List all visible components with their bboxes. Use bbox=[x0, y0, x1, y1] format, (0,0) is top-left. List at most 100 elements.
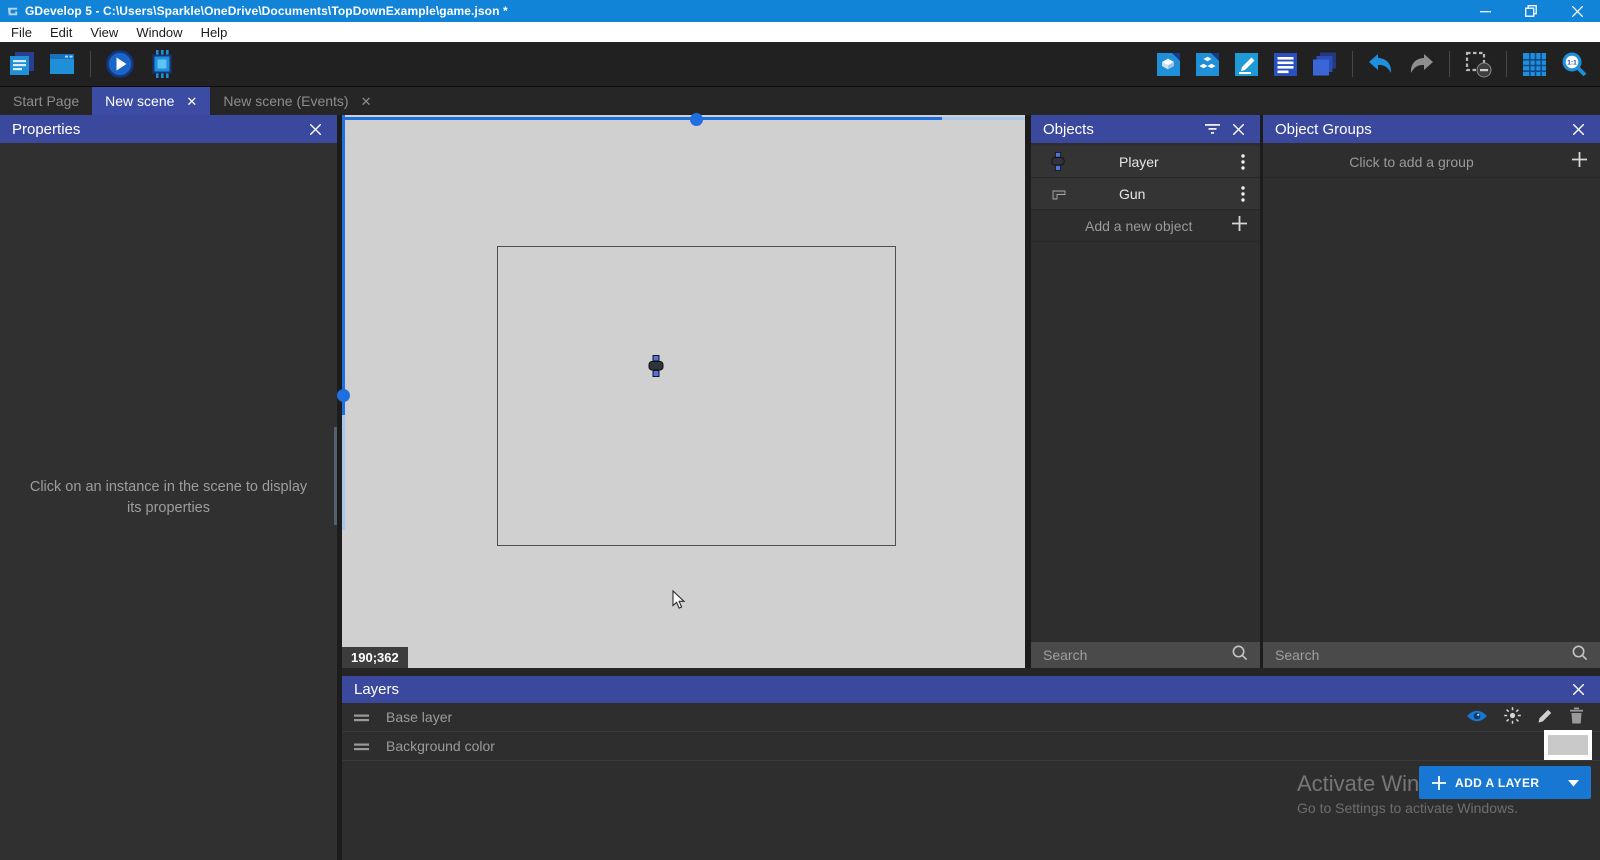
close-layers-button[interactable] bbox=[1568, 680, 1588, 700]
add-layer-button[interactable]: ADD A LAYER bbox=[1419, 766, 1591, 799]
groups-search-bar bbox=[1263, 642, 1600, 668]
layer-actions bbox=[1466, 706, 1584, 728]
tab-start-page[interactable]: Start Page bbox=[0, 87, 92, 115]
open-object-groups-panel-icon[interactable] bbox=[1194, 51, 1221, 78]
close-icon bbox=[1572, 6, 1583, 17]
horizontal-scroll-active bbox=[342, 117, 942, 120]
main-area: Properties Click on an instance in the s… bbox=[0, 115, 1600, 860]
grid-icon[interactable] bbox=[1521, 51, 1548, 78]
clear-selection-icon[interactable] bbox=[1464, 50, 1492, 78]
plus-icon[interactable] bbox=[1231, 215, 1248, 237]
toolbar-divider bbox=[90, 51, 91, 77]
vertical-scroll-active bbox=[342, 115, 345, 415]
toolbar-divider bbox=[1352, 51, 1353, 77]
redo-icon[interactable] bbox=[1407, 51, 1435, 77]
objects-search-input[interactable] bbox=[1043, 647, 1231, 663]
groups-search-input[interactable] bbox=[1275, 647, 1571, 663]
window-title: GDevelop 5 - C:\Users\Sparkle\OneDrive\D… bbox=[25, 4, 508, 18]
effects-icon bbox=[1503, 706, 1522, 725]
menu-window[interactable]: Window bbox=[127, 25, 191, 40]
add-group-label: Click to add a group bbox=[1263, 154, 1600, 170]
layer-visibility-button[interactable] bbox=[1466, 709, 1488, 726]
add-layer-dropdown[interactable] bbox=[1568, 776, 1579, 790]
close-icon bbox=[1573, 684, 1584, 695]
toolbar-left-group bbox=[0, 49, 177, 79]
undo-icon[interactable] bbox=[1367, 51, 1395, 77]
scene-window-icon[interactable] bbox=[48, 50, 76, 78]
close-object-groups-button[interactable] bbox=[1568, 119, 1588, 139]
window-controls bbox=[1462, 0, 1600, 22]
menu-edit[interactable]: Edit bbox=[41, 25, 81, 40]
background-color-swatch bbox=[1548, 735, 1588, 755]
toolbar-divider bbox=[1449, 51, 1450, 77]
close-window-button[interactable] bbox=[1554, 0, 1600, 22]
plus-icon bbox=[1431, 775, 1447, 791]
layer-row-base[interactable]: Base layer bbox=[342, 703, 1600, 732]
eye-icon bbox=[1466, 709, 1488, 723]
properties-panel: Properties Click on an instance in the s… bbox=[0, 115, 337, 860]
search-icon bbox=[1571, 644, 1588, 666]
plus-icon[interactable] bbox=[1571, 151, 1588, 173]
objects-search-bar bbox=[1031, 642, 1260, 668]
layer-effects-button[interactable] bbox=[1503, 706, 1522, 728]
object-name: Gun bbox=[1119, 186, 1145, 202]
tab-label: New scene (Events) bbox=[223, 93, 348, 109]
open-properties-panel-icon[interactable] bbox=[1233, 51, 1260, 78]
tab-close-icon[interactable]: ✕ bbox=[186, 95, 197, 108]
close-icon bbox=[1573, 124, 1584, 135]
restore-button[interactable] bbox=[1508, 0, 1554, 22]
minimize-button[interactable] bbox=[1462, 0, 1508, 22]
filter-objects-button[interactable] bbox=[1202, 119, 1222, 139]
object-row-gun[interactable]: Gun bbox=[1031, 178, 1260, 210]
open-instances-list-icon[interactable] bbox=[1272, 51, 1299, 78]
menu-view[interactable]: View bbox=[81, 25, 127, 40]
gun-object-thumbnail bbox=[1051, 183, 1069, 205]
properties-scrollbar[interactable] bbox=[334, 427, 337, 525]
add-object-row[interactable]: Add a new object bbox=[1031, 210, 1260, 242]
caret-down-icon bbox=[1568, 780, 1579, 787]
debug-icon[interactable] bbox=[147, 49, 177, 79]
tab-new-scene-events[interactable]: New scene (Events) ✕ bbox=[210, 87, 384, 115]
vertical-scroll-handle[interactable] bbox=[337, 389, 350, 402]
layer-name: Base layer bbox=[386, 709, 452, 725]
close-properties-button[interactable] bbox=[305, 119, 325, 139]
layer-delete-button[interactable] bbox=[1569, 707, 1584, 727]
tab-new-scene[interactable]: New scene ✕ bbox=[92, 87, 210, 115]
player-instance[interactable] bbox=[648, 355, 664, 382]
three-dot-menu-icon bbox=[1241, 186, 1245, 202]
add-object-label: Add a new object bbox=[1085, 218, 1192, 234]
object-menu-button[interactable] bbox=[1234, 186, 1252, 202]
layer-edit-button[interactable] bbox=[1537, 707, 1554, 727]
add-group-row[interactable]: Click to add a group bbox=[1263, 146, 1600, 178]
add-layer-label: ADD A LAYER bbox=[1455, 776, 1539, 790]
scene-canvas[interactable]: 190;362 bbox=[342, 115, 1025, 668]
svg-text:1:1: 1:1 bbox=[1567, 60, 1577, 67]
zoom-1-1-icon[interactable]: 1:1 bbox=[1560, 50, 1588, 78]
filter-icon bbox=[1205, 123, 1220, 135]
menu-help[interactable]: Help bbox=[192, 25, 237, 40]
cursor-coordinates-badge: 190;362 bbox=[342, 647, 408, 668]
gdevelop-logo-icon bbox=[6, 5, 19, 18]
toolbar: 1:1 bbox=[0, 42, 1600, 86]
open-objects-panel-icon[interactable] bbox=[1155, 51, 1182, 78]
object-row-player[interactable]: Player bbox=[1031, 146, 1260, 178]
player-object-thumbnail bbox=[1051, 151, 1069, 173]
tab-close-icon[interactable]: ✕ bbox=[361, 95, 372, 108]
panel-title: Properties bbox=[12, 121, 80, 138]
background-color-picker[interactable] bbox=[1544, 730, 1592, 760]
play-preview-icon[interactable] bbox=[105, 49, 135, 79]
project-manager-icon[interactable] bbox=[8, 50, 36, 78]
object-menu-button[interactable] bbox=[1234, 154, 1252, 170]
horizontal-scroll-handle[interactable] bbox=[690, 113, 703, 126]
open-layers-panel-icon[interactable] bbox=[1311, 51, 1338, 78]
editor-tabs: Start Page New scene ✕ New scene (Events… bbox=[0, 86, 1600, 115]
drag-handle-icon[interactable] bbox=[354, 738, 370, 754]
drag-handle-icon[interactable] bbox=[354, 709, 370, 725]
close-objects-button[interactable] bbox=[1228, 119, 1248, 139]
layer-name: Background color bbox=[386, 738, 495, 754]
title-bar: GDevelop 5 - C:\Users\Sparkle\OneDrive\D… bbox=[0, 0, 1600, 22]
menu-file[interactable]: File bbox=[2, 25, 41, 40]
search-icon bbox=[1231, 644, 1248, 666]
layer-row-background[interactable]: Background color bbox=[342, 732, 1600, 761]
game-window-bounds bbox=[497, 246, 896, 546]
